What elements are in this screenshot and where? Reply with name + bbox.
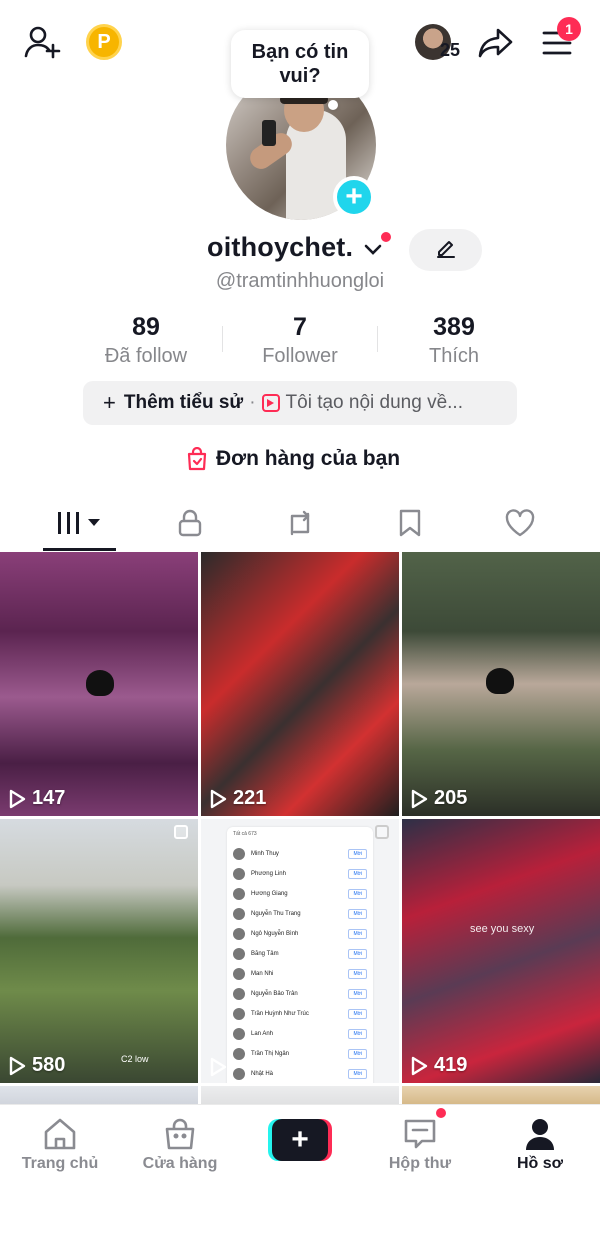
video-tile[interactable]: Tất cả 673 Minh Thuy Mời Phương Linh Mời H… [201, 819, 399, 1083]
active-tab-indicator [43, 548, 116, 551]
list-item: Lan Anh Mời [233, 1025, 367, 1043]
nav-profile[interactable]: Hồ sơ [480, 1117, 600, 1173]
stat-likes-label: Thích [428, 345, 480, 367]
list-item: Man Nhi Mời [233, 965, 367, 983]
user-handle: @tramtinhhuongloi [215, 270, 385, 292]
username-notification-dot [381, 232, 391, 242]
view-count-value: 419 [434, 1054, 468, 1076]
view-count-value: 205 [434, 787, 468, 809]
shopping-bag-icon [186, 447, 208, 471]
view-count: 147 [8, 787, 65, 810]
video-caption: C2 low [121, 1054, 149, 1064]
news-bubble-text: Bạn có tin vui? [251, 41, 349, 87]
orders-label: Đơn hàng của bạn [216, 447, 401, 470]
nav-home[interactable]: Trang chủ [0, 1117, 120, 1173]
videos-grid-icon [55, 509, 105, 537]
share-arrow-icon[interactable] [476, 24, 516, 62]
content-tabs [0, 496, 600, 550]
list-item: Trần Thị Ngân Mời [233, 1045, 367, 1063]
play-icon [411, 1056, 428, 1075]
play-box-icon [261, 394, 280, 412]
orders-link[interactable]: Đơn hàng của bạn [186, 442, 400, 476]
shop-bag-icon [120, 1117, 240, 1151]
list-item: Ngô Nguyễn Bình Mời [233, 925, 367, 943]
view-count: 580 [8, 1054, 65, 1077]
repost-icon [284, 508, 316, 538]
add-bio-label: Thêm tiểu sử [123, 392, 244, 413]
list-item: Hương Giang Mời [233, 885, 367, 903]
nav-inbox-label: Hộp thư [388, 1155, 452, 1172]
plus-icon[interactable]: + [333, 176, 375, 218]
view-count: 221 [209, 787, 266, 810]
video-tile[interactable]: 221 [201, 552, 399, 816]
list-item: Trần Huỳnh Như Trúc Mời [233, 1005, 367, 1023]
heart-icon [504, 508, 536, 538]
tab-favorites[interactable] [350, 496, 470, 550]
plus-icon: + [103, 390, 116, 415]
view-count-value: 580 [32, 1054, 66, 1076]
view-count: 419 [410, 1054, 467, 1077]
list-item: Băng Tâm Mời [233, 945, 367, 963]
nav-home-label: Trang chủ [21, 1155, 99, 1172]
content-topic-label: Tôi tạo nội dung về... [285, 392, 463, 413]
pencil-icon [435, 237, 457, 264]
coin-icon[interactable]: P [86, 24, 122, 60]
nav-shop[interactable]: Cửa hàng [120, 1117, 240, 1173]
tab-videos[interactable] [20, 496, 140, 550]
bio-separator: · [249, 392, 256, 413]
edit-profile-button[interactable] [409, 229, 482, 271]
list-item: Minh Thuy Mời [233, 845, 367, 863]
video-tile[interactable]: 147 [0, 552, 198, 816]
add-user-icon[interactable] [22, 22, 62, 62]
menu-badge: 1 [557, 17, 581, 41]
home-icon [0, 1117, 120, 1151]
invite-list-card: Tất cả 673 Minh Thuy Mời Phương Linh Mời H… [227, 827, 373, 1083]
view-count: 205 [410, 787, 467, 810]
friends-count: 25 [440, 40, 461, 60]
video-tile[interactable]: see you sexy 419 [402, 819, 600, 1083]
tab-liked[interactable] [460, 496, 580, 550]
view-count [209, 1057, 233, 1077]
lock-icon [176, 508, 204, 538]
inbox-notification-dot [436, 1108, 446, 1118]
nav-shop-label: Cửa hàng [142, 1155, 218, 1172]
list-header: Tất cả 673 [233, 831, 257, 837]
stat-likes[interactable]: 389 Thích [354, 312, 554, 370]
list-item: Phương Linh Mời [233, 865, 367, 883]
bookmark-icon [397, 508, 423, 538]
view-count-value: 147 [32, 787, 66, 809]
play-icon [9, 789, 26, 808]
tab-reposts[interactable] [240, 496, 360, 550]
list-item: Nguyễn Thu Trang Mời [233, 905, 367, 923]
nav-profile-label: Hồ sơ [516, 1155, 564, 1172]
list-item: Nhật Hà Mời [233, 1065, 367, 1083]
video-tile[interactable]: 205 [402, 552, 600, 816]
create-button[interactable]: + [268, 1119, 332, 1161]
view-count-value: 221 [233, 787, 267, 809]
chevron-down-icon[interactable] [364, 240, 382, 261]
tab-private[interactable] [130, 496, 250, 550]
stat-likes-value: 389 [433, 313, 475, 341]
play-icon [210, 1057, 227, 1077]
create-icon: + [272, 1119, 328, 1161]
play-icon [210, 789, 227, 808]
inbox-icon [360, 1117, 480, 1151]
profile-icon [480, 1117, 600, 1151]
play-icon [411, 789, 428, 808]
nav-inbox[interactable]: Hộp thư [360, 1117, 480, 1173]
coin-label: P [97, 30, 111, 53]
bottom-navigation: Trang chủ Cửa hàng + Hộp thư Hồ sơ [0, 1104, 600, 1234]
add-bio-button[interactable]: + Thêm tiểu sử · Tôi tạo nội dung về... [83, 381, 517, 425]
video-tile[interactable]: C2 low 580 [0, 819, 198, 1083]
play-icon [9, 1056, 26, 1075]
username[interactable]: oithoychet. [207, 232, 353, 263]
news-bubble[interactable]: Bạn có tin vui? [231, 30, 369, 98]
video-caption: see you sexy [470, 923, 535, 935]
bubble-tail [328, 100, 338, 110]
list-item: Nguyễn Bảo Trân Mời [233, 985, 367, 1003]
